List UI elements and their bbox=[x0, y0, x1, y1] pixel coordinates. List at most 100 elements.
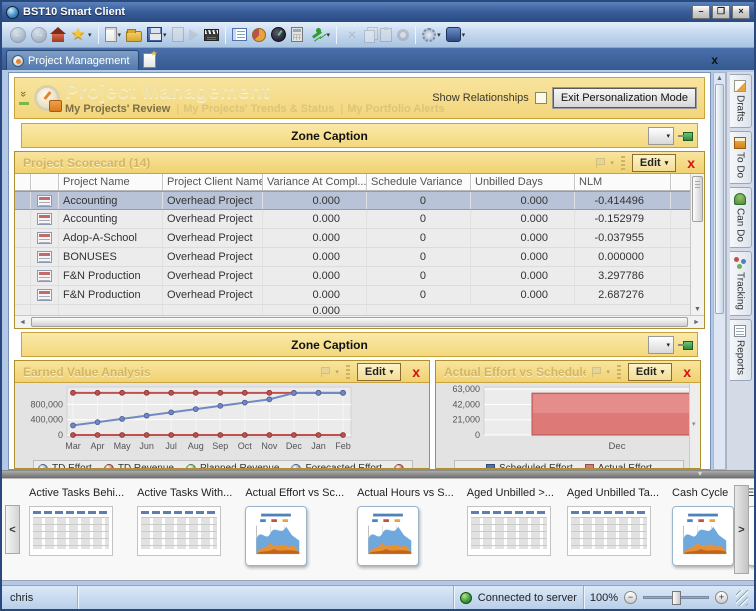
side-tab-drafts[interactable]: Drafts bbox=[730, 74, 752, 128]
table-row[interactable]: Adop-A-SchoolOverhead Project0.00000.000… bbox=[15, 229, 690, 248]
dropdown-caret-icon[interactable]: ▾ bbox=[327, 31, 331, 39]
view-link-my-portfolio-alerts[interactable]: My Portfolio Alerts bbox=[347, 103, 444, 115]
project-scorecard-panel: Project Scorecard (14) ▾ Edit ▾ x Projec… bbox=[14, 151, 705, 329]
column-header-unbilled-days[interactable]: Unbilled Days bbox=[471, 174, 575, 190]
scorecard-edit-button[interactable]: Edit ▾ bbox=[632, 154, 676, 172]
minimize-button[interactable]: – bbox=[692, 5, 710, 19]
zoom-in-button[interactable]: + bbox=[715, 591, 728, 604]
gauge-button[interactable] bbox=[269, 25, 288, 44]
dropdown-caret-icon[interactable]: ▾ bbox=[118, 31, 122, 39]
eva-edit-button[interactable]: Edit ▾ bbox=[357, 363, 401, 381]
row-selector[interactable] bbox=[15, 267, 31, 285]
column-header-schedule-variance[interactable]: Schedule Variance bbox=[367, 174, 471, 190]
scroll-down-icon[interactable]: ▼ bbox=[694, 306, 701, 313]
close-button[interactable]: × bbox=[732, 5, 750, 19]
table-row[interactable]: F&N ProductionOverhead Project0.00000.00… bbox=[15, 267, 690, 286]
home-button[interactable] bbox=[50, 25, 66, 44]
legend-dot-icon bbox=[38, 464, 48, 469]
side-tab-reports[interactable]: Reports bbox=[730, 319, 752, 381]
table-row[interactable]: AccountingOverhead Project0.00000.000-0.… bbox=[15, 191, 690, 210]
view-link-my-projects-trends-status[interactable]: My Projects' Trends & Status bbox=[183, 103, 334, 115]
side-tab-can-do[interactable]: Can Do bbox=[730, 187, 752, 248]
row-selector[interactable] bbox=[15, 229, 31, 247]
scorecard-horizontal-scrollbar[interactable]: ◄ ► bbox=[15, 315, 704, 328]
gallery-scroll-right-button[interactable]: > bbox=[734, 485, 749, 574]
gallery-item-actual-hours-vs-s[interactable]: Actual Hours vs S... bbox=[357, 487, 454, 566]
status-separator bbox=[583, 586, 584, 609]
eva-close-icon[interactable]: x bbox=[405, 363, 427, 381]
page-vertical-scrollbar[interactable]: ▲ bbox=[713, 72, 726, 470]
zoom-out-button[interactable]: − bbox=[624, 591, 637, 604]
column-header-project-name[interactable]: Project Name bbox=[59, 174, 163, 190]
chart-view-button[interactable] bbox=[250, 26, 268, 44]
dropdown-caret-icon[interactable]: ▾ bbox=[462, 31, 466, 39]
earned-value-analysis-panel: Earned Value Analysis ▾ Edit ▾ x 0400,00… bbox=[14, 360, 430, 469]
close-tab-icon[interactable]: x bbox=[711, 50, 718, 70]
scrollbar-thumb[interactable] bbox=[715, 84, 724, 314]
project-management-tab-icon bbox=[12, 55, 24, 67]
pin-icon[interactable] bbox=[678, 130, 694, 142]
zoom-level: 100% bbox=[590, 592, 618, 604]
scorecard-close-icon[interactable]: x bbox=[680, 154, 702, 172]
list-view-button[interactable] bbox=[230, 26, 249, 43]
settings-button[interactable]: ▾ bbox=[420, 26, 443, 44]
column-header-nlm[interactable]: NLM bbox=[575, 174, 671, 190]
gallery-item-actual-effort-vs-sc[interactable]: Actual Effort vs Sc... bbox=[245, 487, 344, 566]
row-selector[interactable] bbox=[15, 192, 31, 209]
effort-close-icon[interactable]: x bbox=[676, 363, 698, 381]
side-tab-to-do[interactable]: To Do bbox=[730, 131, 752, 184]
gallery-item-aged-unbilled[interactable]: Aged Unbilled >... bbox=[467, 487, 554, 566]
media-button[interactable] bbox=[202, 27, 221, 43]
row-selector[interactable] bbox=[15, 248, 31, 266]
calculator-button[interactable] bbox=[289, 25, 305, 44]
column-header-variance-at-compl[interactable]: Variance At Compl... bbox=[263, 174, 367, 190]
row-selector[interactable] bbox=[15, 210, 31, 228]
tab-project-management[interactable]: Project Management bbox=[6, 50, 139, 70]
view-link-my-projects-review[interactable]: My Projects' Review bbox=[65, 103, 170, 115]
gallery-scroll-left-button[interactable]: < bbox=[5, 505, 20, 554]
new-tab-button[interactable] bbox=[143, 53, 156, 68]
table-row[interactable]: F&N ProductionOverhead Project0.00000.00… bbox=[15, 286, 690, 305]
scrollbar-thumb[interactable] bbox=[692, 176, 703, 222]
zone-dropdown[interactable]: ▾ bbox=[648, 127, 674, 145]
dropdown-caret-icon[interactable]: ▾ bbox=[88, 31, 92, 39]
side-tab-tracking[interactable]: Tracking bbox=[730, 251, 752, 316]
scroll-up-icon[interactable]: ▲ bbox=[716, 73, 723, 84]
zoom-slider-thumb[interactable] bbox=[672, 591, 681, 605]
exit-personalization-button[interactable]: Exit Personalization Mode bbox=[553, 88, 696, 108]
help-button[interactable]: ▾ bbox=[444, 25, 468, 44]
collapse-header-icon[interactable] bbox=[19, 91, 29, 105]
scrollbar-thumb[interactable] bbox=[31, 317, 688, 327]
dropdown-caret-icon[interactable]: ▾ bbox=[437, 31, 441, 39]
table-row[interactable]: AccountingOverhead Project0.00000.000-0.… bbox=[15, 210, 690, 229]
effort-edit-button[interactable]: Edit ▾ bbox=[628, 363, 672, 381]
gallery-splitter[interactable] bbox=[2, 470, 754, 478]
favorites-button[interactable]: ★▾ bbox=[67, 24, 94, 46]
window-resize-grip-icon[interactable] bbox=[736, 590, 748, 606]
connection-status: Connected to server bbox=[478, 592, 577, 604]
gallery-item-active-tasks-behi[interactable]: Active Tasks Behi... bbox=[29, 487, 124, 566]
run-button[interactable]: ▾ bbox=[306, 24, 333, 46]
table-row[interactable]: BONUSESOverhead Project0.00000.0000.0000… bbox=[15, 248, 690, 267]
open-button[interactable] bbox=[124, 25, 144, 44]
maximize-button[interactable]: ❐ bbox=[712, 5, 730, 19]
gallery-item-label: Cash Cycle bbox=[672, 487, 734, 499]
effort-vertical-scrollbar[interactable] bbox=[689, 383, 700, 468]
gallery-item-cash-cycle[interactable]: Cash Cycle bbox=[672, 487, 734, 566]
gallery-item-active-tasks-with[interactable]: Active Tasks With... bbox=[137, 487, 232, 566]
edit-label: Edit bbox=[640, 157, 661, 169]
save-button[interactable]: ▾ bbox=[145, 25, 169, 44]
row-selector[interactable] bbox=[15, 286, 31, 304]
pin-icon[interactable] bbox=[678, 339, 694, 351]
zoom-slider[interactable] bbox=[643, 596, 709, 599]
help-icon bbox=[446, 27, 461, 42]
show-relationships-checkbox[interactable] bbox=[535, 92, 547, 104]
scroll-right-icon[interactable]: ► bbox=[690, 319, 703, 326]
new-document-button[interactable]: ▾ bbox=[103, 25, 124, 44]
scroll-left-icon[interactable]: ◄ bbox=[16, 319, 29, 326]
dropdown-caret-icon[interactable]: ▾ bbox=[163, 31, 167, 39]
scorecard-vertical-scrollbar[interactable]: ▼ bbox=[690, 174, 704, 315]
gallery-item-aged-unbilled-ta[interactable]: Aged Unbilled Ta... bbox=[567, 487, 659, 566]
column-header-project-client-name[interactable]: Project Client Name bbox=[163, 174, 263, 190]
zone-dropdown[interactable]: ▾ bbox=[648, 336, 674, 354]
